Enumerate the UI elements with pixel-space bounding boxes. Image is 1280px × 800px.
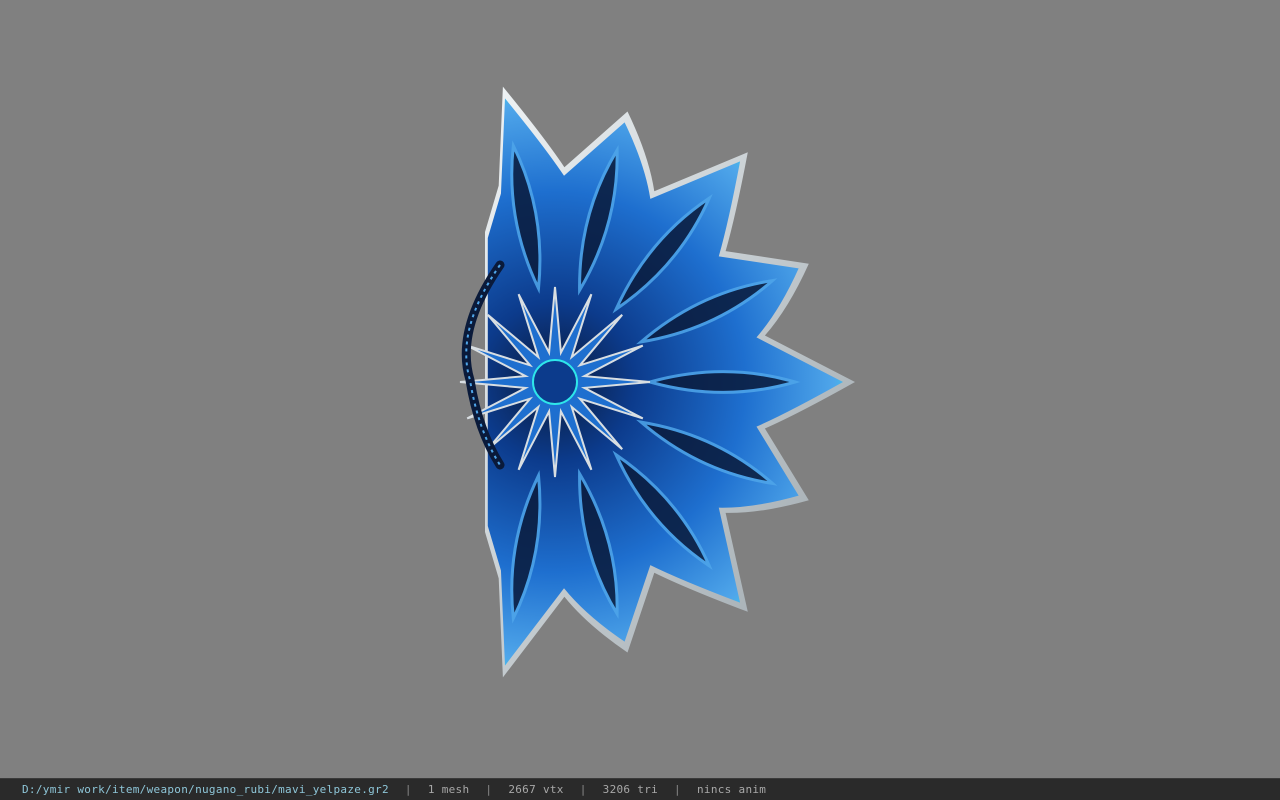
- separator: |: [674, 783, 681, 796]
- triangle-count: 3206 tri: [602, 783, 659, 796]
- 3d-viewport[interactable]: [0, 0, 1280, 778]
- center-hub: [532, 359, 578, 405]
- separator: |: [404, 783, 412, 796]
- animation-status: nincs anim: [696, 783, 767, 796]
- file-path: D:/ymir work/item/weapon/nugano_rubi/mav…: [22, 783, 389, 796]
- mesh-count: 1 mesh: [427, 783, 470, 796]
- vertex-count: 2667 vtx: [508, 783, 564, 796]
- separator: |: [485, 783, 493, 796]
- separator: |: [579, 783, 587, 796]
- weapon-model[interactable]: [0, 0, 1280, 778]
- status-bar: D:/ymir work/item/weapon/nugano_rubi/mav…: [0, 778, 1280, 800]
